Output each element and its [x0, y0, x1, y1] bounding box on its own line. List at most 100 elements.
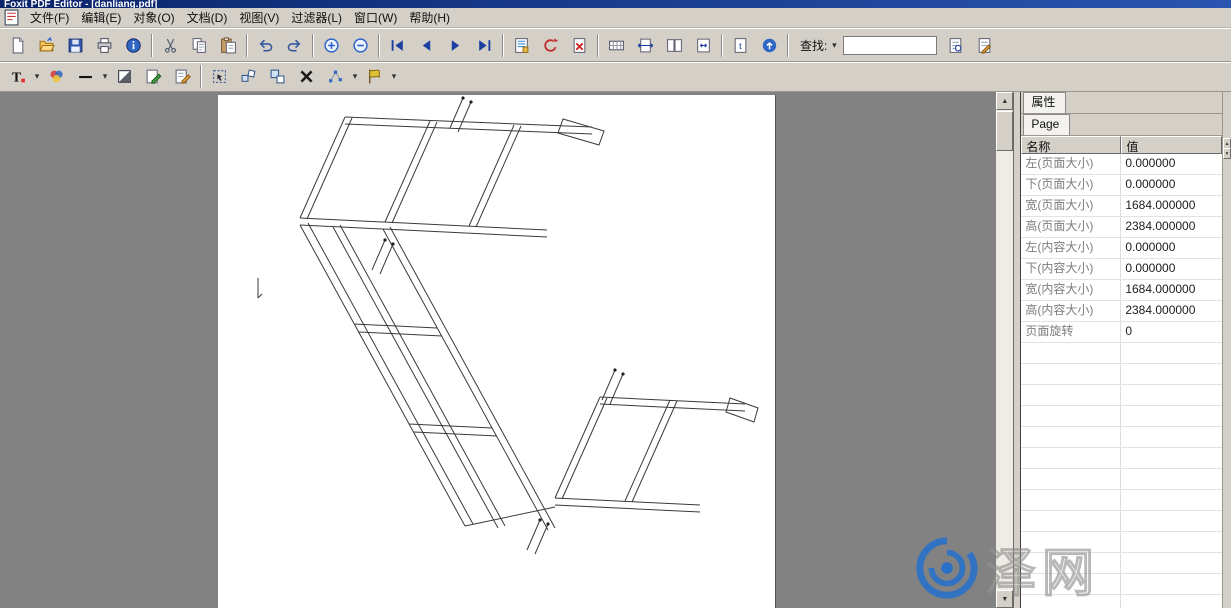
prev-page-button[interactable]	[412, 33, 441, 58]
menu-item-window[interactable]: 窗口(W)	[348, 8, 403, 27]
redo-button[interactable]	[280, 33, 309, 58]
find-doc-icon	[947, 37, 964, 54]
property-row[interactable]: 下(内容大小)0.000000	[1021, 259, 1222, 280]
panel-scrollbar[interactable]: ▲ ▼	[1222, 92, 1231, 608]
property-row[interactable]: 宽(内容大小)1684.000000	[1021, 280, 1222, 301]
rotate-object-button[interactable]	[234, 64, 263, 89]
node-edit-button[interactable]	[321, 64, 350, 89]
zoom-in-button[interactable]	[317, 33, 346, 58]
property-value[interactable]: 2384.000000	[1121, 301, 1222, 321]
line-tool-button[interactable]	[71, 64, 100, 89]
open-file-icon	[38, 37, 55, 54]
copy-button[interactable]	[185, 33, 214, 58]
property-row[interactable]: 左(页面大小)0.000000	[1021, 154, 1222, 175]
print-button[interactable]	[90, 33, 119, 58]
menu-item-view[interactable]: 视图(V)	[233, 8, 285, 27]
first-page-button[interactable]	[383, 33, 412, 58]
menu-items: 文件(F)编辑(E)对象(O)文档(D)视图(V)过滤器(L)窗口(W)帮助(H…	[24, 8, 456, 27]
property-row[interactable]: 左(内容大小)0.000000	[1021, 238, 1222, 259]
scale-object-button[interactable]	[263, 64, 292, 89]
paint-format-button[interactable]	[360, 64, 389, 89]
document-canvas[interactable]	[0, 92, 996, 608]
scroll-track[interactable]	[996, 110, 1013, 590]
two-page-view-button[interactable]	[660, 33, 689, 58]
zoom-in-icon	[323, 37, 340, 54]
column-header-value[interactable]: 值	[1121, 136, 1222, 154]
properties-tab[interactable]: 属性	[1023, 92, 1066, 113]
menu-item-edit[interactable]: 编辑(E)	[75, 8, 127, 27]
property-value[interactable]: 0.000000	[1121, 175, 1222, 195]
delete-page-button[interactable]	[565, 33, 594, 58]
find-dropdown-arrow[interactable]: ▾	[829, 40, 839, 51]
open-file-button[interactable]	[32, 33, 61, 58]
property-value[interactable]: 2384.000000	[1121, 217, 1222, 237]
text-tool-dropdown-arrow[interactable]: ▾	[32, 71, 42, 82]
panel-scroll-down-button[interactable]: ▼	[1223, 148, 1231, 159]
properties-panel: 属性 Page 名称 值 左(页面大小)0.000000下(页面大小)0.000…	[1020, 92, 1222, 608]
goto-circle-icon	[761, 37, 778, 54]
menu-item-help[interactable]: 帮助(H)	[403, 8, 456, 27]
delete-object-icon	[298, 68, 315, 85]
edit-form-button[interactable]	[168, 64, 197, 89]
property-value	[1121, 364, 1222, 384]
paste-button[interactable]	[214, 33, 243, 58]
text-tool-button[interactable]: T	[3, 64, 32, 89]
property-row[interactable]: 高(内容大小)2384.000000	[1021, 301, 1222, 322]
delete-object-button[interactable]	[292, 64, 321, 89]
menu-item-filter[interactable]: 过滤器(L)	[285, 8, 348, 27]
main-area: ▲ ▼ 属性 Page 名称 值 左(页面大小)0.000000下(页面大小)0…	[0, 92, 1231, 608]
rotate-page-button[interactable]	[536, 33, 565, 58]
find-edit-button[interactable]	[970, 33, 999, 58]
property-value[interactable]: 1684.000000	[1121, 280, 1222, 300]
find-input[interactable]	[843, 36, 937, 55]
fit-width-button[interactable]	[631, 33, 660, 58]
property-value[interactable]: 0	[1121, 322, 1222, 342]
svg-text:t: t	[739, 41, 742, 52]
page-tab[interactable]: Page	[1023, 114, 1070, 135]
cut-button[interactable]	[156, 33, 185, 58]
property-row-empty	[1021, 469, 1222, 490]
grid-hatch-button[interactable]	[602, 33, 631, 58]
paint-format-dropdown-arrow[interactable]: ▾	[389, 71, 399, 82]
menu-item-file[interactable]: 文件(F)	[24, 8, 75, 27]
scroll-thumb[interactable]	[996, 111, 1013, 151]
property-value[interactable]: 1684.000000	[1121, 196, 1222, 216]
property-value[interactable]: 0.000000	[1121, 259, 1222, 279]
property-row[interactable]: 下(页面大小)0.000000	[1021, 175, 1222, 196]
property-value[interactable]: 0.000000	[1121, 154, 1222, 174]
panel-splitter[interactable]	[1013, 92, 1020, 608]
goto-circle-button[interactable]	[755, 33, 784, 58]
property-row[interactable]: 页面旋转0	[1021, 322, 1222, 343]
property-row[interactable]: 高(页面大小)2384.000000	[1021, 217, 1222, 238]
save-file-button[interactable]	[61, 33, 90, 58]
scroll-up-button[interactable]: ▲	[996, 92, 1013, 110]
menu-item-object[interactable]: 对象(O)	[127, 8, 180, 27]
property-row[interactable]: 宽(页面大小)1684.000000	[1021, 196, 1222, 217]
scroll-down-button[interactable]: ▼	[996, 590, 1013, 608]
prev-page-icon	[418, 37, 435, 54]
zoom-out-icon	[352, 37, 369, 54]
about-info-button[interactable]	[119, 33, 148, 58]
property-value[interactable]: 0.000000	[1121, 238, 1222, 258]
toolbar-separator	[378, 34, 380, 57]
page-report-button[interactable]	[507, 33, 536, 58]
fit-page-button[interactable]	[689, 33, 718, 58]
last-page-button[interactable]	[470, 33, 499, 58]
pdf-page[interactable]	[218, 95, 776, 608]
select-tool-button[interactable]	[205, 64, 234, 89]
node-edit-dropdown-arrow[interactable]: ▾	[350, 71, 360, 82]
line-tool-dropdown-arrow[interactable]: ▾	[100, 71, 110, 82]
edit-content-button[interactable]	[139, 64, 168, 89]
column-header-name[interactable]: 名称	[1021, 136, 1121, 154]
color-wheel-button[interactable]	[42, 64, 71, 89]
text-extract-button[interactable]: t	[726, 33, 755, 58]
undo-button[interactable]	[251, 33, 280, 58]
vertical-scrollbar[interactable]: ▲ ▼	[996, 92, 1013, 608]
menu-item-document[interactable]: 文档(D)	[181, 8, 234, 27]
find-doc-button[interactable]	[941, 33, 970, 58]
new-document-button[interactable]	[3, 33, 32, 58]
fill-style-button[interactable]	[110, 64, 139, 89]
delete-page-icon	[571, 37, 588, 54]
next-page-button[interactable]	[441, 33, 470, 58]
zoom-out-button[interactable]	[346, 33, 375, 58]
